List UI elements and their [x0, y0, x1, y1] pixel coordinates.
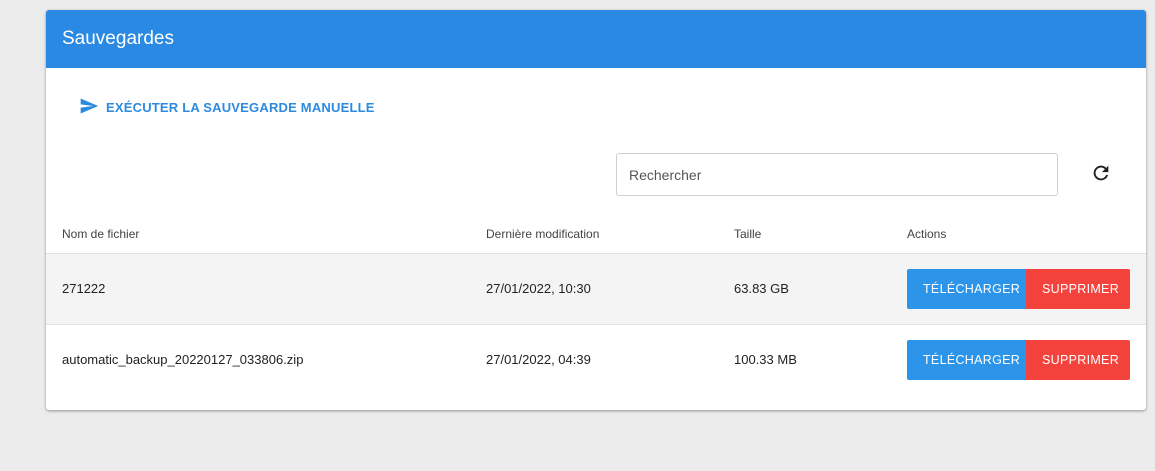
- table-header: Nom de fichier Dernière modification Tai…: [46, 214, 1146, 254]
- send-icon: [78, 96, 100, 119]
- file-modified: 27/01/2022, 10:30: [486, 281, 591, 296]
- refresh-icon: [1090, 162, 1112, 189]
- manual-backup-button[interactable]: EXÉCUTER LA SAUVEGARDE MANUELLE: [78, 97, 375, 117]
- file-name: 271222: [62, 281, 106, 296]
- search-input[interactable]: [617, 154, 1057, 195]
- row-actions: TÉLÉCHARGER SUPPRIMER: [907, 340, 1130, 380]
- column-header-name[interactable]: Nom de fichier: [62, 227, 139, 241]
- refresh-button[interactable]: [1090, 164, 1112, 186]
- file-modified: 27/01/2022, 04:39: [486, 352, 591, 367]
- file-name: automatic_backup_20220127_033806.zip: [62, 352, 304, 367]
- delete-button[interactable]: SUPPRIMER: [1026, 340, 1130, 380]
- backups-card: Sauvegardes EXÉCUTER LA SAUVEGARDE MANUE…: [46, 10, 1146, 410]
- table-row: automatic_backup_20220127_033806.zip 27/…: [46, 324, 1146, 395]
- file-size: 63.83 GB: [734, 281, 789, 296]
- column-header-modified[interactable]: Dernière modification: [486, 227, 599, 241]
- download-button[interactable]: TÉLÉCHARGER: [907, 269, 1026, 309]
- page-title: Sauvegardes: [46, 10, 1146, 68]
- row-actions: TÉLÉCHARGER SUPPRIMER: [907, 269, 1130, 309]
- search-field[interactable]: [616, 153, 1058, 196]
- delete-button[interactable]: SUPPRIMER: [1026, 269, 1130, 309]
- manual-backup-label: EXÉCUTER LA SAUVEGARDE MANUELLE: [106, 99, 375, 115]
- file-size: 100.33 MB: [734, 352, 797, 367]
- table-row: 271222 27/01/2022, 10:30 63.83 GB TÉLÉCH…: [46, 253, 1146, 324]
- download-button[interactable]: TÉLÉCHARGER: [907, 340, 1026, 380]
- column-header-actions: Actions: [907, 227, 947, 241]
- column-header-size[interactable]: Taille: [734, 227, 761, 241]
